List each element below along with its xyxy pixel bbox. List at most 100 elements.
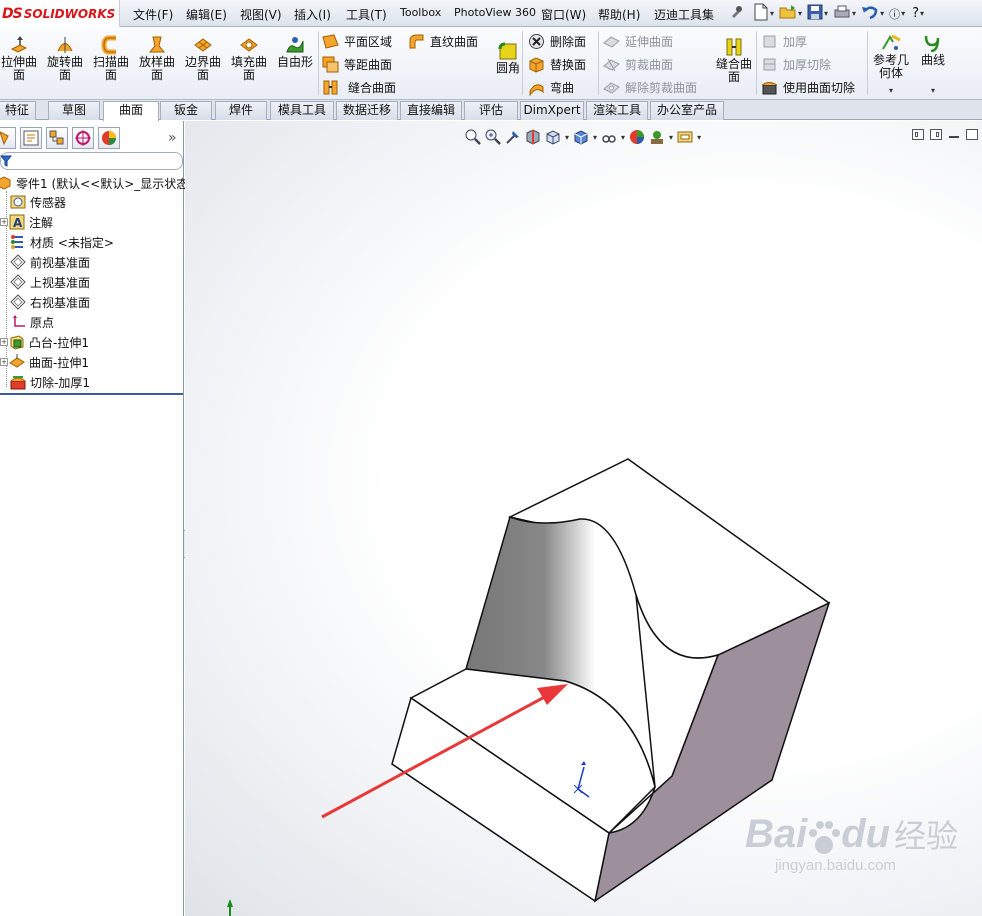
ruled-surface-button[interactable]: 直纹曲面: [408, 31, 478, 51]
tree-item-cut-thicken[interactable]: 切除-加厚1: [10, 372, 90, 392]
feature-filter-input[interactable]: [0, 152, 183, 170]
curves-button[interactable]: 曲线 ▾: [910, 33, 956, 97]
menu-tools[interactable]: 工具(T): [346, 6, 387, 23]
trim-surface-button[interactable]: 剪裁曲面: [603, 54, 673, 74]
property-manager-tab[interactable]: [20, 127, 42, 149]
tab-render-tools[interactable]: 渲染工具: [586, 101, 648, 120]
sensor-icon: [10, 195, 26, 209]
thicken-button[interactable]: 加厚: [761, 31, 807, 51]
logo-ds-mark: DS: [2, 5, 23, 22]
tree-item-boss-extrude[interactable]: + 凸台-拉伸1: [0, 332, 89, 352]
flex-button[interactable]: 弯曲: [528, 77, 574, 97]
tab-dimxpert[interactable]: DimXpert: [520, 101, 584, 120]
save-dropdown-icon[interactable]: ▾: [824, 9, 828, 18]
undo-dropdown-icon[interactable]: ▾: [880, 9, 884, 18]
dimxpert-manager-tab[interactable]: [72, 127, 94, 149]
annotation-label: 注解: [29, 215, 54, 230]
pin-icon[interactable]: [728, 4, 744, 23]
tree-item-annotations[interactable]: + A 注解: [0, 212, 53, 232]
tab-weldments[interactable]: 焊件: [215, 101, 267, 120]
reference-geometry-button[interactable]: 参考几 何体 ▾: [868, 33, 914, 97]
print-dropdown-icon[interactable]: ▾: [852, 9, 856, 18]
new-dropdown-icon[interactable]: ▾: [770, 9, 774, 18]
undo-icon[interactable]: [861, 4, 879, 23]
knit-surface-small-button[interactable]: 缝合曲面: [322, 77, 396, 97]
display-manager-tab[interactable]: [98, 127, 120, 149]
reference-geometry-dropdown-icon[interactable]: ▾: [868, 84, 914, 97]
plane-icon: [10, 294, 26, 310]
thickened-cut-label: 加厚切除: [783, 57, 832, 72]
extrude-surface-button[interactable]: 拉伸曲 面: [0, 35, 42, 82]
menu-photoview[interactable]: PhotoView 360: [454, 6, 536, 19]
tree-item-top-plane[interactable]: 上视基准面: [10, 272, 90, 292]
menu-window[interactable]: 窗口(W): [541, 6, 586, 23]
feature-manager-tab[interactable]: [0, 127, 16, 149]
knit-surface-button[interactable]: 缝合曲 面: [711, 37, 757, 84]
tab-sketch[interactable]: 草图: [48, 101, 100, 120]
watermark-cn: 经验: [894, 818, 959, 854]
fillet-button[interactable]: 圆角: [485, 41, 531, 75]
tab-data-migration[interactable]: 数据迁移: [336, 101, 398, 120]
menu-insert[interactable]: 插入(I): [294, 6, 331, 23]
boundary-surface-button[interactable]: 边界曲 面: [180, 35, 226, 82]
menu-toolbox[interactable]: Toolbox: [400, 6, 441, 19]
surface-extrude-expand-icon[interactable]: +: [0, 358, 8, 366]
menu-help[interactable]: 帮助(H): [598, 6, 640, 23]
menu-file[interactable]: 文件(F): [133, 6, 173, 23]
menu-maidi[interactable]: 迈迪工具集: [654, 6, 714, 23]
annotations-expand-icon[interactable]: +: [0, 218, 8, 226]
select-icon[interactable]: ⓘ: [889, 6, 900, 22]
menu-view[interactable]: 视图(V): [240, 6, 282, 23]
open-dropdown-icon[interactable]: ▾: [798, 9, 802, 18]
curves-dropdown-icon[interactable]: ▾: [910, 84, 956, 97]
tab-evaluate[interactable]: 评估: [464, 101, 518, 120]
freeform-button[interactable]: 自由形: [272, 35, 318, 69]
planar-surface-button[interactable]: 平面区域: [322, 31, 392, 51]
tab-mold-tools[interactable]: 模具工具: [270, 101, 334, 120]
tree-item-sensors[interactable]: 传感器: [10, 192, 66, 212]
fill-surface-label-2: 面: [242, 68, 255, 82]
configuration-manager-tab[interactable]: [46, 127, 68, 149]
origin-label: 原点: [30, 315, 55, 330]
sweep-surface-button[interactable]: 扫描曲 面: [88, 35, 134, 82]
cut-with-surface-button[interactable]: 使用曲面切除: [761, 77, 855, 97]
graphics-viewport[interactable]: ▾ ▾ ▾ ▾ ▾ Bai du 经验 jingyan.baidu.com: [185, 121, 982, 916]
panel-expand-icon[interactable]: »: [168, 130, 177, 146]
feature-tree-icon: [0, 131, 9, 146]
delete-face-button[interactable]: 删除面: [528, 31, 586, 51]
tab-sheet-metal[interactable]: 钣金: [160, 101, 212, 120]
help-icon[interactable]: ?: [912, 6, 919, 21]
tree-item-right-plane[interactable]: 右视基准面: [10, 292, 90, 312]
tree-item-front-plane[interactable]: 前视基准面: [10, 252, 90, 272]
offset-surface-icon: [322, 56, 339, 72]
untrim-surface-button[interactable]: 解除剪裁曲面: [603, 77, 697, 97]
surface-extrude-icon: [9, 354, 25, 368]
tab-direct-editing[interactable]: 直接编辑: [400, 101, 462, 120]
tab-surfaces[interactable]: 曲面: [103, 101, 159, 121]
solidworks-logo[interactable]: DS SOLIDWORKS: [0, 0, 120, 27]
menu-edit[interactable]: 编辑(E): [186, 6, 227, 23]
select-dropdown-icon[interactable]: ▾: [901, 9, 905, 18]
tree-root-part[interactable]: 零件1 (默认<<默认>_显示状态: [0, 173, 188, 193]
command-manager: 拉伸曲 面 旋转曲 面 扫描曲 面 放样曲 面 边界曲 面 填充曲 面 自由形 …: [0, 27, 982, 100]
save-icon[interactable]: [807, 4, 823, 23]
help-dropdown-icon[interactable]: ▾: [920, 9, 924, 18]
fill-surface-button[interactable]: 填充曲 面: [226, 35, 272, 82]
boss-extrude-expand-icon[interactable]: +: [0, 338, 8, 346]
tree-root-label: 零件1 (默认<<默认>_显示状态: [16, 176, 189, 191]
print-icon[interactable]: [833, 4, 851, 23]
tab-office-products[interactable]: 办公室产品: [650, 101, 724, 120]
tree-item-origin[interactable]: 原点: [10, 312, 54, 332]
open-folder-icon[interactable]: [779, 4, 797, 23]
offset-surface-button[interactable]: 等距曲面: [322, 54, 392, 74]
revolve-surface-button[interactable]: 旋转曲 面: [42, 35, 88, 82]
loft-surface-button[interactable]: 放样曲 面: [134, 35, 180, 82]
rollback-bar[interactable]: [0, 393, 183, 395]
thickened-cut-button[interactable]: 加厚切除: [761, 54, 831, 74]
tree-item-surface-extrude[interactable]: + 曲面-拉伸1: [0, 352, 89, 372]
replace-face-button[interactable]: 替换面: [528, 54, 586, 74]
extend-surface-button[interactable]: 延伸曲面: [603, 31, 673, 51]
tab-features[interactable]: 特征: [0, 101, 36, 120]
tree-item-material[interactable]: 材质 <未指定>: [10, 232, 114, 252]
new-document-icon[interactable]: [753, 3, 769, 24]
